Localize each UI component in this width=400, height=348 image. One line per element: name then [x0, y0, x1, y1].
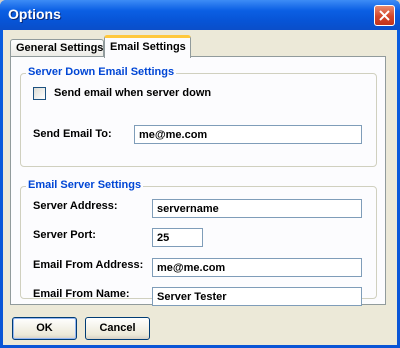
server-address-label: Server Address: — [33, 200, 118, 212]
dialog-body: General Settings Email Settings Server D… — [3, 30, 397, 345]
email-from-address-label: Email From Address: — [33, 259, 144, 271]
send-email-checkbox-label: Send email when server down — [54, 87, 212, 99]
server-down-group-label: Server Down Email Settings — [26, 66, 177, 78]
email-server-group: Email Server Settings Server Address: Se… — [20, 179, 377, 306]
email-settings-panel: Server Down Email Settings Send email wh… — [10, 56, 386, 306]
tab-general-settings[interactable]: General Settings — [10, 39, 104, 56]
send-email-checkbox[interactable] — [33, 87, 46, 100]
cancel-button[interactable]: Cancel — [85, 317, 150, 340]
tab-general-settings-label: General Settings — [16, 42, 104, 54]
server-address-input[interactable] — [152, 199, 362, 218]
server-port-label: Server Port: — [33, 229, 96, 241]
email-server-group-label: Email Server Settings — [26, 179, 144, 191]
email-from-address-input[interactable] — [152, 258, 362, 277]
close-icon — [379, 10, 390, 21]
server-down-group: Server Down Email Settings Send email wh… — [20, 66, 377, 167]
email-from-name-label: Email From Name: — [33, 288, 130, 300]
tab-email-settings[interactable]: Email Settings — [104, 35, 191, 58]
send-email-to-label: Send Email To: — [33, 128, 112, 140]
send-email-to-input[interactable] — [134, 125, 362, 144]
email-from-name-input[interactable] — [152, 287, 362, 306]
ok-button[interactable]: OK — [12, 317, 77, 340]
tab-email-settings-label: Email Settings — [110, 41, 186, 53]
close-button[interactable] — [374, 5, 395, 26]
title-bar[interactable]: Options — [0, 0, 400, 30]
server-port-input[interactable] — [152, 228, 203, 247]
options-dialog: Options General Settings Email Settings … — [0, 0, 400, 348]
window-title: Options — [8, 6, 61, 22]
